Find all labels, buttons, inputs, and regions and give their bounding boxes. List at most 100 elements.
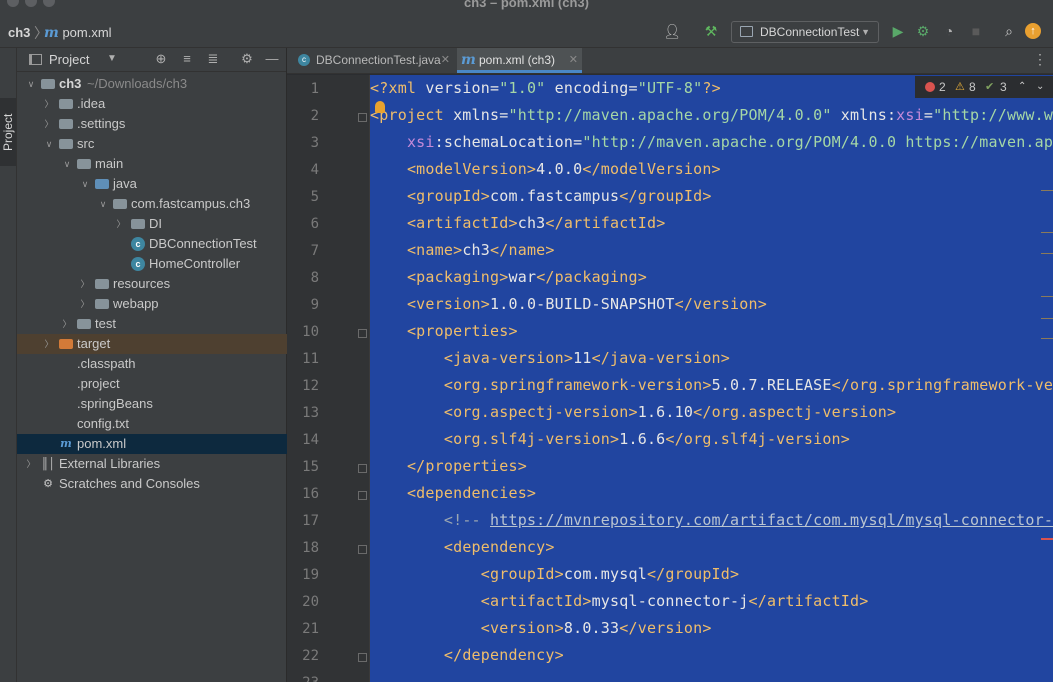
build-hammer-icon[interactable]: ⚒ xyxy=(701,21,721,41)
stop-icon[interactable]: ■ xyxy=(966,21,986,41)
scroll-marker[interactable] xyxy=(1041,296,1053,297)
update-icon[interactable]: ↑ xyxy=(1025,23,1041,39)
chevron-right-icon[interactable]: 〉 xyxy=(43,114,55,134)
expand-all-icon[interactable]: ≡ xyxy=(178,50,196,68)
code-line[interactable]: <org.aspectj-version>1.6.10</org.aspectj… xyxy=(370,403,896,421)
chevron-down-icon[interactable]: ∨ xyxy=(61,154,73,174)
chevron-down-icon[interactable]: ∨ xyxy=(79,174,91,194)
collapse-all-icon[interactable]: ≣ xyxy=(204,50,222,68)
chevron-right-icon[interactable]: 〉 xyxy=(115,214,127,234)
user-icon[interactable]: 👤︎ xyxy=(662,21,682,41)
tree-item[interactable]: m pom.xml xyxy=(17,434,287,454)
code-line[interactable]: <org.springframework-version>5.0.7.RELEA… xyxy=(370,376,1053,394)
locate-file-icon[interactable]: ⊕ xyxy=(152,50,170,68)
code-line[interactable]: <name>ch3</name> xyxy=(370,241,555,259)
fold-marker-icon[interactable] xyxy=(358,329,367,338)
tree-item[interactable]: .project xyxy=(17,374,287,394)
code-line[interactable]: <!-- https://mvnrepository.com/artifact/… xyxy=(370,511,1053,529)
run-icon[interactable]: ▶ xyxy=(888,21,908,41)
more-tabs-icon[interactable]: ⋮ xyxy=(1033,51,1047,68)
search-icon[interactable]: ⌕ xyxy=(999,21,1019,41)
next-problem-icon[interactable]: ⌄ xyxy=(1036,76,1044,98)
code-line[interactable]: <project xmlns="http://maven.apache.org/… xyxy=(370,106,1053,124)
tree-item[interactable]: 〉 resources xyxy=(17,274,287,294)
error-scroll-marker[interactable] xyxy=(1041,538,1053,540)
tree-item[interactable]: config.txt xyxy=(17,414,287,434)
code-line[interactable]: <modelVersion>4.0.0</modelVersion> xyxy=(370,160,721,178)
scroll-marker[interactable] xyxy=(1041,318,1053,319)
fold-marker-icon[interactable] xyxy=(358,113,367,122)
fold-marker-icon[interactable] xyxy=(358,653,367,662)
tree-item[interactable]: 〉 .settings xyxy=(17,114,287,134)
code-line[interactable]: <artifactId>mysql-connector-j</artifactI… xyxy=(370,592,869,610)
project-panel-title[interactable]: Project xyxy=(49,52,89,67)
run-configuration-select[interactable]: DBConnectionTest ▼ xyxy=(731,21,879,43)
fold-marker-icon[interactable] xyxy=(358,464,367,473)
tree-item[interactable]: c DBConnectionTest xyxy=(17,234,287,254)
scroll-marker[interactable] xyxy=(1041,190,1053,191)
code-line[interactable]: <artifactId>ch3</artifactId> xyxy=(370,214,665,232)
chevron-down-icon[interactable]: ∨ xyxy=(43,134,55,154)
tree-item[interactable]: ∨ ch3 ~/Downloads/ch3 xyxy=(17,74,287,94)
tree-item[interactable]: .springBeans xyxy=(17,394,287,414)
weak-warning-icon: ✔ xyxy=(985,81,995,93)
tree-item[interactable]: .classpath xyxy=(17,354,287,374)
tree-item[interactable]: ⚙ Scratches and Consoles xyxy=(17,474,287,494)
code-line[interactable]: xsi:schemaLocation="http://maven.apache.… xyxy=(370,133,1053,151)
code-line[interactable]: </properties> xyxy=(370,457,527,475)
tree-item[interactable]: ∨ src xyxy=(17,134,287,154)
tree-item[interactable]: 〉 .idea xyxy=(17,94,287,114)
tree-item[interactable]: 〉 test xyxy=(17,314,287,334)
tree-item[interactable]: 〉 target xyxy=(17,334,287,354)
chevron-down-icon[interactable]: ∨ xyxy=(25,74,37,94)
close-tab-icon[interactable]: ✕ xyxy=(569,48,578,72)
breadcrumb-file[interactable]: m pom.xml xyxy=(44,25,112,41)
breadcrumb-project[interactable]: ch3 xyxy=(8,25,30,40)
tree-item[interactable]: 〉 DI xyxy=(17,214,287,234)
code-line[interactable]: <groupId>com.mysql</groupId> xyxy=(370,565,739,583)
scroll-marker[interactable] xyxy=(1041,232,1053,233)
editor-tab[interactable]: m pom.xml (ch3) ✕ xyxy=(457,48,582,73)
code-line[interactable]: <org.slf4j-version>1.6.6</org.slf4j-vers… xyxy=(370,430,850,448)
close-tab-icon[interactable]: ✕ xyxy=(441,48,450,72)
scroll-marker[interactable] xyxy=(1041,338,1053,339)
tree-item[interactable]: 〉 ║│ External Libraries xyxy=(17,454,287,474)
view-options-chevron-icon[interactable]: ▼ xyxy=(103,50,121,68)
code-line[interactable]: <properties> xyxy=(370,322,518,340)
scroll-marker[interactable] xyxy=(1041,253,1053,254)
code-line[interactable]: <version>8.0.33</version> xyxy=(370,619,712,637)
chevron-right-icon[interactable]: 〉 xyxy=(79,294,91,314)
code-line[interactable]: <groupId>com.fastcampus</groupId> xyxy=(370,187,712,205)
code-line[interactable]: <java-version>11</java-version> xyxy=(370,349,730,367)
fold-marker-icon[interactable] xyxy=(358,545,367,554)
code-line[interactable]: </dependency> xyxy=(370,646,564,664)
coverage-icon[interactable]: ◔ xyxy=(939,21,959,41)
tree-item[interactable]: ∨ com.fastcampus.ch3 xyxy=(17,194,287,214)
fold-marker-icon[interactable] xyxy=(358,491,367,500)
settings-gear-icon[interactable]: ⚙ xyxy=(238,50,256,68)
inspection-widget[interactable]: 2 ⚠ 8 ✔ 3 ⌃ ⌄ xyxy=(915,76,1053,98)
code-line[interactable]: <dependency> xyxy=(370,538,555,556)
code-line[interactable]: <?xml version="1.0" encoding="UTF-8"?> xyxy=(370,79,721,97)
chevron-right-icon[interactable]: 〉 xyxy=(43,94,55,114)
project-tool-window-tab[interactable]: Project xyxy=(0,98,16,166)
code-editor[interactable]: <?xml version="1.0" encoding="UTF-8"?> <p… xyxy=(370,75,1053,682)
tree-item[interactable]: 〉 webapp xyxy=(17,294,287,314)
chevron-right-icon[interactable]: 〉 xyxy=(61,314,73,334)
editor-tab[interactable]: c DBConnectionTest.java ✕ xyxy=(294,48,454,73)
tree-item[interactable]: ∨ main xyxy=(17,154,287,174)
previous-problem-icon[interactable]: ⌃ xyxy=(1018,76,1026,98)
chevron-right-icon[interactable]: 〉 xyxy=(43,334,55,354)
eclipse-file-icon xyxy=(59,377,73,391)
chevron-right-icon[interactable]: 〉 xyxy=(79,274,91,294)
code-line[interactable]: <version>1.0.0-BUILD-SNAPSHOT</version> xyxy=(370,295,767,313)
tree-item[interactable]: ∨ java xyxy=(17,174,287,194)
code-line[interactable]: <dependencies> xyxy=(370,484,536,502)
debug-icon[interactable]: ⚙ xyxy=(913,21,933,41)
chevron-down-icon[interactable]: ∨ xyxy=(97,194,109,214)
code-line[interactable]: <packaging>war</packaging> xyxy=(370,268,647,286)
chevron-right-icon[interactable]: 〉 xyxy=(25,454,37,474)
intention-bulb-icon[interactable] xyxy=(375,101,385,113)
hide-panel-icon[interactable]: — xyxy=(263,50,281,68)
tree-item[interactable]: c HomeController xyxy=(17,254,287,274)
